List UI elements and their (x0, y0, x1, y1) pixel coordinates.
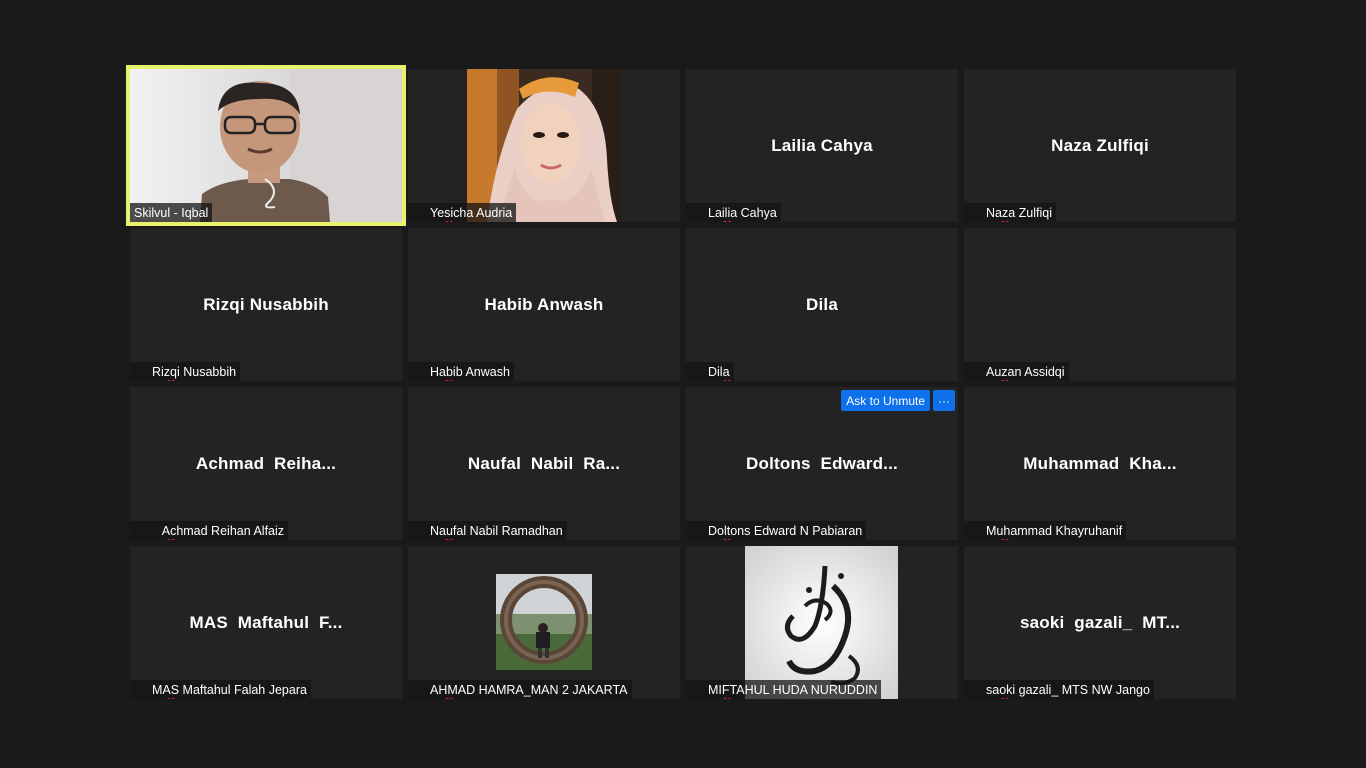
participant-display-name: Muhammad Kha... (1023, 453, 1177, 473)
participant-video (130, 69, 402, 222)
muted-microphone-icon (690, 365, 731, 381)
participant-display-name: Rizqi Nusabbih (203, 294, 329, 314)
participant-name-label: Dila (686, 362, 734, 381)
muted-microphone-icon (412, 206, 453, 222)
participant-display-name: Naufal Nabil Ra... (467, 453, 621, 473)
participant-tile[interactable]: Rizqi Nusabbih Rizqi Nusabbih (130, 228, 402, 381)
participant-name-label: AHMAD HAMRA_MAN 2 JAKARTA (408, 680, 632, 699)
participant-display-name: Naza Zulfiqi (1051, 135, 1149, 155)
participant-name-label: Naufal Nabil Ramadhan (408, 521, 567, 540)
participant-tile[interactable]: Muhammad Kha... Muhammad Khayruhanif (964, 387, 1236, 540)
participant-tile[interactable]: Lailia Cahya Lailia Cahya (686, 69, 958, 222)
participant-name-label: Naza Zulfiqi (964, 203, 1056, 222)
muted-microphone-icon (412, 524, 453, 540)
participant-name-label: saoki gazali_ MTS NW Jango (964, 680, 1154, 699)
muted-microphone-icon (134, 524, 175, 540)
participant-display-name: Habib Anwash (484, 294, 604, 314)
participant-display-name: Doltons Edward... (746, 453, 898, 473)
participant-name-label: MAS Maftahul Falah Jepara (130, 680, 311, 699)
participant-tile[interactable]: Dila Dila (686, 228, 958, 381)
participant-tile[interactable]: Naza Zulfiqi Naza Zulfiqi (964, 69, 1236, 222)
participant-tile[interactable]: Skilvul - Iqbal (126, 65, 406, 226)
participant-tile[interactable]: Habib Anwash Habib Anwash (408, 228, 680, 381)
participant-video (467, 69, 620, 222)
muted-microphone-icon (134, 683, 175, 699)
participant-name-label: Achmad Reihan Alfaiz (130, 521, 289, 540)
muted-microphone-icon (134, 365, 175, 381)
participant-video (745, 546, 898, 699)
participant-name-label: Lailia Cahya (686, 203, 781, 222)
muted-microphone-icon (968, 365, 1009, 381)
muted-microphone-icon (412, 365, 453, 381)
participant-tile[interactable]: AHMAD HAMRA_MAN 2 JAKARTA (408, 546, 680, 699)
participant-tile[interactable]: Achmad Reiha... Achmad Reihan Alfaiz (130, 387, 402, 540)
participant-display-name: Lailia Cahya (771, 135, 873, 155)
participant-video (496, 574, 592, 670)
muted-microphone-icon (690, 524, 731, 540)
participant-display-name: Achmad Reiha... (195, 453, 337, 473)
participant-name-label: Habib Anwash (408, 362, 514, 381)
participant-name-label: Auzan Assidqi (964, 362, 1069, 381)
participant-name-label: Doltons Edward N Pabiaran (686, 521, 867, 540)
muted-microphone-icon (690, 683, 731, 699)
participant-display-name (964, 228, 1236, 381)
participant-tile[interactable]: MAS Maftahul F... MAS Maftahul Falah Jep… (130, 546, 402, 699)
participant-tile[interactable]: Yesicha Audria (408, 69, 680, 222)
participant-tile[interactable]: saoki gazali_ MT... saoki gazali_ MTS NW… (964, 546, 1236, 699)
participant-tile[interactable]: Auzan Assidqi (964, 228, 1236, 381)
gallery-grid: Skilvul - Iqbal Yesicha Audria Lailia Ca… (126, 65, 1236, 699)
muted-microphone-icon (412, 683, 453, 699)
participant-tile[interactable]: MIFTAHUL HUDA NURUDDIN (686, 546, 958, 699)
participant-tile[interactable]: Ask to Unmute ··· Doltons Edward... Dolt… (686, 387, 958, 540)
participant-name-label: Rizqi Nusabbih (130, 362, 241, 381)
muted-microphone-icon (968, 524, 1009, 540)
participant-name-label: Skilvul - Iqbal (130, 203, 213, 222)
participant-name-label: Yesicha Audria (408, 203, 517, 222)
participant-display-name: MAS Maftahul F... (189, 612, 343, 632)
participant-name-label: MIFTAHUL HUDA NURUDDIN (686, 680, 882, 699)
participant-tile[interactable]: Naufal Nabil Ra... Naufal Nabil Ramadhan (408, 387, 680, 540)
participant-name-label: Muhammad Khayruhanif (964, 521, 1127, 540)
participant-display-name: Dila (806, 294, 838, 314)
muted-microphone-icon (968, 206, 1009, 222)
participant-display-name: saoki gazali_ MT... (1019, 612, 1181, 632)
muted-microphone-icon (968, 683, 1009, 699)
muted-microphone-icon (690, 206, 731, 222)
